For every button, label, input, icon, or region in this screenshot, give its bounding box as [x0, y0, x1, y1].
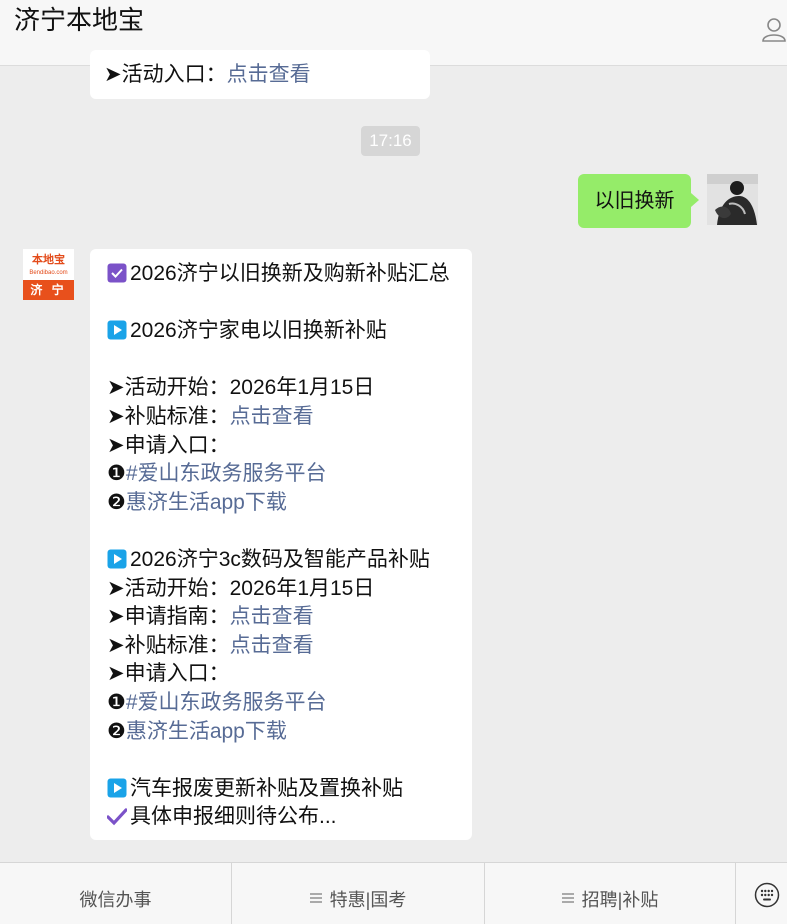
guide-link[interactable]: 点击查看 — [230, 605, 314, 628]
submenu-icon — [561, 891, 574, 906]
submenu-icon — [309, 891, 322, 906]
aishandong-link[interactable]: #爱山东政务服务平台 — [126, 691, 327, 714]
sent-bubble-tail — [691, 193, 699, 207]
view-link[interactable]: 点击查看 — [227, 63, 311, 86]
standard-line: ➤补贴标准：点击查看 — [107, 404, 314, 428]
menu-tab-jobs-subsidy[interactable]: 招聘|补贴 — [485, 863, 735, 924]
play-icon — [107, 549, 127, 569]
standard-link[interactable]: 点击查看 — [230, 634, 314, 657]
apply-entry-label: ➤申请入口： — [107, 662, 230, 686]
play-icon — [107, 320, 127, 340]
bottom-menu-bar: 微信办事 特惠|国考 招聘|补贴 — [0, 862, 787, 924]
entry-line: ❷惠济生活app下载 — [107, 719, 287, 743]
section-heading: 2026济宁家电以旧换新补贴 — [107, 317, 450, 346]
user-avatar-photo — [707, 174, 758, 225]
menu-tab-wechat-services[interactable]: 微信办事 — [0, 863, 231, 924]
reply-message-bubble: 2026济宁以旧换新及购新补贴汇总 2026济宁家电以旧换新补贴 ➤活动开始：2… — [90, 249, 472, 840]
huiji-app-link[interactable]: 惠济生活app下载 — [126, 720, 287, 743]
checkmark-icon — [107, 808, 127, 826]
play-icon — [107, 778, 127, 798]
menu-divider — [735, 863, 736, 924]
reply-content: 2026济宁以旧换新及购新补贴汇总 2026济宁家电以旧换新补贴 ➤活动开始：2… — [107, 260, 450, 832]
apply-entry-label: ➤申请入口： — [107, 433, 230, 457]
keyboard-icon[interactable] — [754, 882, 780, 908]
standard-link[interactable]: 点击查看 — [230, 405, 314, 428]
entry-line: ❶#爱山东政务服务平台 — [107, 690, 327, 714]
message-timestamp: 17:16 — [361, 126, 420, 156]
sent-message-bubble[interactable]: 以旧换新 — [578, 174, 691, 228]
guide-line: ➤申请指南：点击查看 — [107, 605, 314, 629]
reply-title: 2026济宁以旧换新及购新补贴汇总 — [107, 260, 450, 289]
aishandong-link[interactable]: #爱山东政务服务平台 — [126, 462, 327, 485]
section-heading: 汽车报废更新补贴及置换补贴 — [107, 775, 450, 804]
checkbox-icon — [107, 263, 127, 283]
entry-line: ❷惠济生活app下载 — [107, 490, 287, 514]
official-account-avatar[interactable]: 本地宝 Bendibao.com 济 宁 — [23, 249, 74, 300]
menu-tab-deals-exam[interactable]: 特惠|国考 — [232, 863, 484, 924]
note-line: 具体申报细则待公布... — [107, 803, 450, 832]
previous-message-bubble: ➤活动入口：点击查看 — [90, 50, 430, 99]
chat-title: 济宁本地宝 — [14, 5, 145, 35]
start-date-line: ➤活动开始：2026年1月15日 — [107, 576, 375, 600]
previous-message-line: ➤活动入口：点击查看 — [104, 63, 311, 86]
huiji-app-link[interactable]: 惠济生活app下载 — [126, 491, 287, 514]
entry-line: ❶#爱山东政务服务平台 — [107, 462, 327, 486]
user-avatar[interactable] — [707, 174, 758, 225]
bendibao-logo-subtext: Bendibao.com — [29, 270, 68, 276]
city-label: 济 宁 — [23, 280, 74, 300]
section-heading: 2026济宁3c数码及智能产品补贴 — [107, 546, 450, 575]
start-date-line: ➤活动开始：2026年1月15日 — [107, 376, 375, 400]
profile-icon[interactable] — [761, 16, 787, 42]
standard-line: ➤补贴标准：点击查看 — [107, 633, 314, 657]
